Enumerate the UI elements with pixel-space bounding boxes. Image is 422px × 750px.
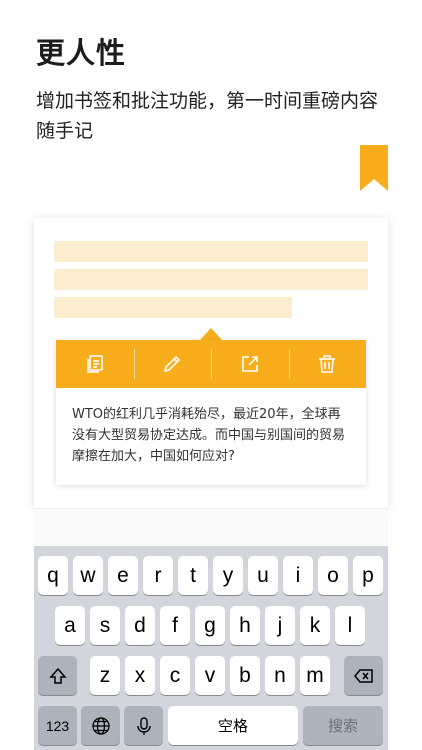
highlighted-line[interactable] <box>54 297 292 318</box>
key-m[interactable]: m <box>300 656 330 695</box>
key-o[interactable]: o <box>318 556 348 595</box>
key-p[interactable]: p <box>353 556 383 595</box>
key-v[interactable]: v <box>195 656 225 695</box>
key-b[interactable]: b <box>230 656 260 695</box>
keyboard: q w e r t y u i o p a s d f g h j k l z … <box>34 546 388 750</box>
key-l[interactable]: l <box>335 606 365 645</box>
input-bar[interactable] <box>34 508 388 547</box>
key-s[interactable]: s <box>90 606 120 645</box>
delete-button[interactable] <box>288 340 367 388</box>
key-n[interactable]: n <box>265 656 295 695</box>
copy-button[interactable] <box>56 340 134 388</box>
microphone-icon <box>136 716 151 735</box>
key-d[interactable]: d <box>125 606 155 645</box>
key-f[interactable]: f <box>160 606 190 645</box>
key-q[interactable]: q <box>38 556 68 595</box>
bookmark-icon <box>360 145 388 191</box>
shift-icon <box>48 667 67 684</box>
reader-card: WTO的红利几乎消耗殆尽，最近20年，全球再没有大型贸易协定达成。而中国与别国间… <box>34 218 388 508</box>
numbers-key[interactable]: 123 <box>38 706 77 745</box>
key-r[interactable]: r <box>143 556 173 595</box>
annotate-button[interactable] <box>133 340 212 388</box>
popup-pointer <box>200 328 222 340</box>
shift-key[interactable] <box>38 656 77 695</box>
key-z[interactable]: z <box>90 656 120 695</box>
annotation-text: WTO的红利几乎消耗殆尽，最近20年，全球再没有大型贸易协定达成。而中国与别国间… <box>72 407 346 464</box>
key-y[interactable]: y <box>213 556 243 595</box>
key-c[interactable]: c <box>160 656 190 695</box>
key-x[interactable]: x <box>125 656 155 695</box>
key-w[interactable]: w <box>73 556 103 595</box>
share-icon <box>241 356 258 372</box>
annotation-toolbar <box>56 340 366 388</box>
share-button[interactable] <box>211 340 289 388</box>
search-key[interactable]: 搜索 <box>303 706 383 745</box>
globe-icon <box>91 716 110 735</box>
key-t[interactable]: t <box>178 556 208 595</box>
copy-icon <box>86 355 103 373</box>
space-key[interactable]: 空格 <box>168 706 298 745</box>
key-k[interactable]: k <box>300 606 330 645</box>
microphone-key[interactable] <box>124 706 163 745</box>
backspace-key[interactable] <box>344 656 383 695</box>
pencil-icon <box>164 355 181 373</box>
page-title: 更人性 <box>36 36 127 70</box>
page-subtitle: 增加书签和批注功能，第一时间重磅内容随手记 <box>36 90 379 142</box>
trash-icon <box>319 355 336 373</box>
annotation-popup: WTO的红利几乎消耗殆尽，最近20年，全球再没有大型贸易协定达成。而中国与别国间… <box>56 340 366 485</box>
key-h[interactable]: h <box>230 606 260 645</box>
key-a[interactable]: a <box>55 606 85 645</box>
key-i[interactable]: i <box>283 556 313 595</box>
key-e[interactable]: e <box>108 556 138 595</box>
highlighted-line[interactable] <box>54 241 368 262</box>
globe-key[interactable] <box>81 706 120 745</box>
key-g[interactable]: g <box>195 606 225 645</box>
key-u[interactable]: u <box>248 556 278 595</box>
highlighted-line[interactable] <box>54 269 368 290</box>
key-j[interactable]: j <box>265 606 295 645</box>
backspace-icon <box>353 668 373 683</box>
